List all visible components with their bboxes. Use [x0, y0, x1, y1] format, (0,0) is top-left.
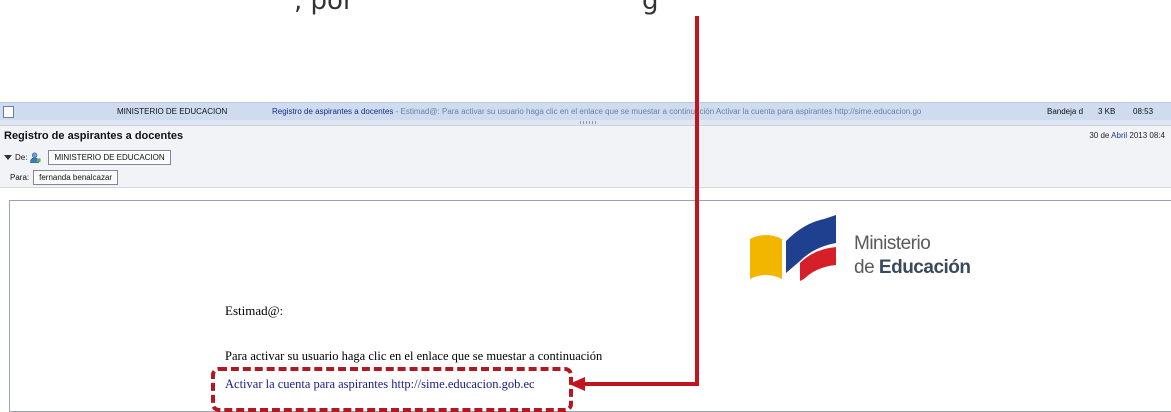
recipient-chip[interactable]: fernanda benalcazar — [33, 170, 119, 185]
annotation-arrow-icon — [569, 377, 585, 391]
logo-text-line2: de Educación — [854, 257, 971, 279]
contact-person-icon — [30, 152, 41, 163]
to-label: Para: — [10, 173, 30, 182]
logo-text-bold: Educación — [878, 257, 971, 278]
email-greeting: Estimad@: — [225, 303, 284, 318]
document-text-left: , por — [294, 0, 354, 16]
logo-text-line1: Ministerio — [854, 233, 931, 254]
date-day: 30 de — [1089, 131, 1112, 140]
message-header: Registro de aspirantes a docentes 30 de … — [0, 126, 1171, 188]
row-size: 3 KB — [1098, 107, 1116, 116]
to-row: Para: fernanda benalcazar — [10, 170, 119, 185]
row-time: 08:53 — [1133, 107, 1154, 116]
ministry-logo: Ministerio de Educación — [750, 213, 971, 283]
collapse-arrow-icon[interactable] — [4, 155, 12, 160]
row-subject: Registro de aspirantes a docentes — [272, 107, 394, 116]
annotation-line-horizontal — [583, 382, 699, 386]
email-instruction: Para activar su usuario haga clic en el … — [225, 349, 603, 363]
sender-chip[interactable]: MINISTERIO DE EDUCACION — [48, 150, 171, 165]
date-month-link[interactable]: Abril — [1111, 131, 1127, 140]
date-rest: 2013 08:4 — [1127, 131, 1165, 140]
row-sender: MINISTERIO DE EDUCACION — [117, 107, 228, 116]
message-list-row[interactable]: MINISTERIO DE EDUCACION Registro de aspi… — [0, 102, 1171, 122]
from-label: De: — [15, 153, 28, 162]
row-snippet: - Estimad@: Para activar su usuario haga… — [393, 107, 922, 116]
row-checkbox[interactable] — [3, 106, 14, 118]
ministry-flag-icon — [750, 215, 836, 281]
message-body-pane: Ministerio de Educación Estimad@: Para a… — [9, 200, 1171, 412]
document-text-right: g — [642, 0, 659, 16]
from-row: De: MINISTERIO DE EDUCACION — [4, 150, 171, 165]
message-date: 30 de Abril 2013 08:4 — [1089, 131, 1165, 140]
splitter-grip-icon[interactable] — [580, 121, 596, 124]
message-subject: Registro de aspirantes a docentes — [4, 130, 184, 142]
annotation-line-vertical — [695, 16, 699, 386]
document-text-fragment: , por g — [0, 0, 900, 26]
annotation-highlight-box — [211, 367, 573, 412]
row-folder: Bandeja d — [1047, 107, 1084, 116]
row-subject-snippet: Registro de aspirantes a docentes - Esti… — [272, 107, 1047, 116]
logo-text-prefix: de — [854, 257, 879, 278]
